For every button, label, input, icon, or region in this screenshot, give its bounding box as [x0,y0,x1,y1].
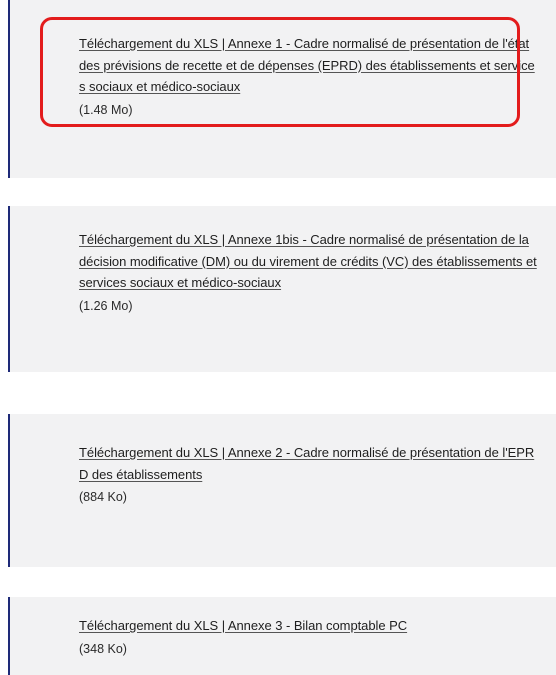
download-link-annexe-2[interactable]: Téléchargement du XLS | Annexe 2 - Cadre… [79,442,539,485]
download-card-annexe-3: Téléchargement du XLS | Annexe 3 - Bilan… [8,597,556,675]
download-card-annexe-2: Téléchargement du XLS | Annexe 2 - Cadre… [8,414,556,567]
file-size-annexe-2: (884 Ko) [79,490,127,504]
file-size-annexe-1: (1.48 Mo) [79,102,133,117]
file-size-annexe-3: (348 Ko) [79,641,127,656]
download-link-annexe-3[interactable]: Téléchargement du XLS | Annexe 3 - Bilan… [79,615,539,637]
download-link-annexe-1[interactable]: Téléchargement du XLS | Annexe 1 - Cadre… [79,33,539,98]
download-card-annexe-1: Téléchargement du XLS | Annexe 1 - Cadre… [8,0,556,178]
download-link-annexe-1bis[interactable]: Téléchargement du XLS | Annexe 1bis - Ca… [79,229,539,294]
download-card-annexe-1bis: Téléchargement du XLS | Annexe 1bis - Ca… [8,206,556,372]
file-size-annexe-1bis: (1.26 Mo) [79,298,133,313]
